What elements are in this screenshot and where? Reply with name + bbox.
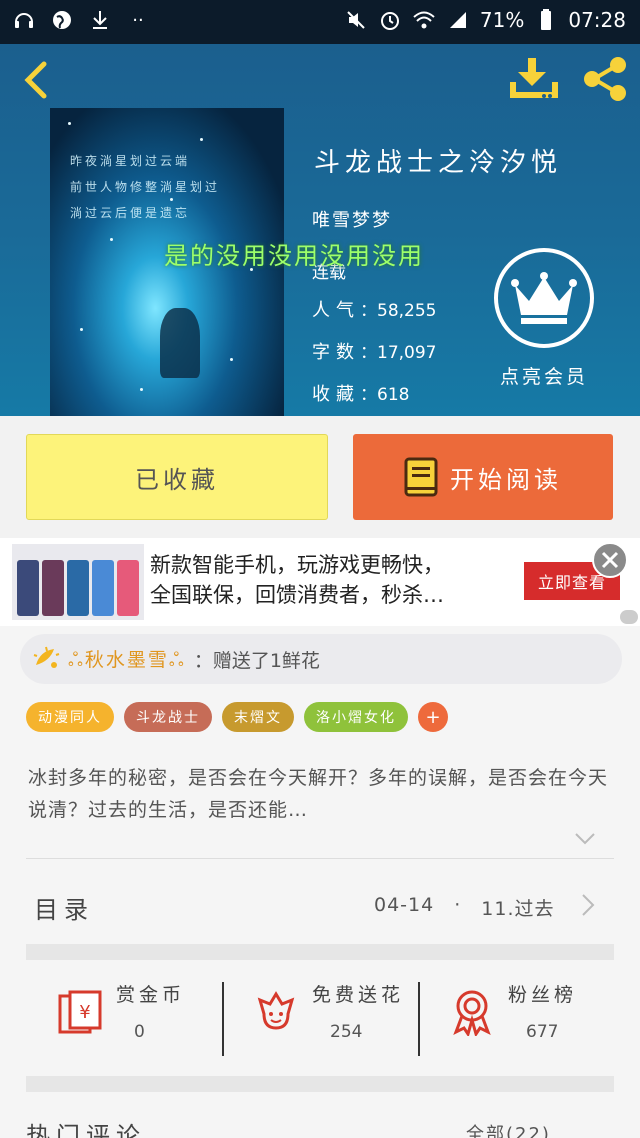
gift-sender[interactable]: ஃ秋水墨雪ஃ bbox=[68, 645, 186, 674]
ad-mark-icon bbox=[620, 610, 638, 624]
battery-percent: 71% bbox=[479, 8, 525, 32]
toc-date: 04-14 bbox=[374, 894, 435, 916]
ad-image bbox=[12, 544, 144, 620]
cover-poem-line: 前世人物修整淌星划过 bbox=[70, 180, 221, 194]
ad-phone-image bbox=[17, 560, 39, 616]
download-icon bbox=[510, 58, 558, 98]
share-button[interactable] bbox=[580, 56, 630, 102]
alarm-icon bbox=[378, 8, 402, 32]
stat-colon: ： bbox=[360, 385, 377, 405]
status-bar: ·· 71% 07:28 bbox=[0, 0, 640, 44]
ad-phone-image bbox=[117, 560, 139, 616]
add-tag-button[interactable]: + bbox=[418, 702, 448, 732]
reward-bar: ¥ 赏金币 0 免费送花 254 粉丝榜 677 bbox=[26, 964, 614, 1074]
tag[interactable]: 动漫同人 bbox=[26, 702, 114, 732]
reward-label: 赏金币 bbox=[116, 984, 186, 1006]
section-separator bbox=[26, 1076, 614, 1092]
headset-icon bbox=[12, 8, 36, 32]
globe-icon bbox=[50, 8, 74, 32]
tag[interactable]: 末熠文 bbox=[222, 702, 294, 732]
ad-phone-image bbox=[67, 560, 89, 616]
ad-close-button[interactable] bbox=[592, 542, 628, 578]
section-separator bbox=[26, 944, 614, 960]
book-header: 昨夜淌星划过云端 前世人物修整淌星划过 淌过云后便是遗忘 斗龙战士之泠汐悦 唯雪… bbox=[0, 44, 640, 416]
back-button[interactable] bbox=[18, 58, 58, 102]
start-reading-label: 开始阅读 bbox=[450, 465, 562, 494]
red-envelope-icon: ¥ bbox=[58, 990, 102, 1034]
book-detail-body: ஃ秋水墨雪ஃ ：赠送了1鲜花 动漫同人 斗龙战士 末熠文 洛小熠女化 + 冰封多… bbox=[0, 626, 640, 1138]
stat-value: 17,097 bbox=[377, 343, 437, 363]
book-title: 斗龙战士之泠汐悦 bbox=[314, 148, 563, 178]
collected-button[interactable]: 已收藏 bbox=[26, 434, 328, 520]
battery-icon bbox=[534, 8, 558, 32]
crown-icon bbox=[511, 272, 577, 324]
gift-message: ：赠送了1鲜花 bbox=[193, 649, 320, 672]
signal-icon bbox=[446, 8, 470, 32]
toc-latest-chapter: 11.过去 bbox=[481, 898, 555, 920]
clock: 07:28 bbox=[568, 8, 626, 32]
reward-count: 0 bbox=[134, 1022, 145, 1042]
all-comments-link[interactable]: 全部(22) bbox=[466, 1120, 551, 1138]
reward-flowers[interactable]: 免费送花 254 bbox=[222, 976, 418, 1056]
popularity-stat: 人气：58,255 bbox=[312, 296, 436, 322]
book-author[interactable]: 唯雪梦梦 bbox=[312, 206, 392, 232]
flower-icon bbox=[257, 991, 295, 1030]
download-status-icon bbox=[88, 8, 112, 32]
vip-button[interactable] bbox=[494, 248, 594, 348]
reward-fans[interactable]: 粉丝榜 677 bbox=[418, 976, 614, 1056]
cover-poem: 昨夜淌星划过云端 前世人物修整淌星划过 淌过云后便是遗忘 bbox=[70, 148, 270, 226]
book-icon bbox=[404, 457, 438, 497]
overlay-caption: 是的没用没用没用没用 bbox=[164, 242, 424, 270]
ad-line: 全国联保，回馈消费者，秒杀… bbox=[150, 583, 444, 607]
reward-label: 免费送花 bbox=[312, 984, 405, 1006]
svg-text:¥: ¥ bbox=[79, 1002, 90, 1023]
ad-phone-image bbox=[92, 560, 114, 616]
reward-count: 254 bbox=[330, 1022, 363, 1042]
chevron-left-icon bbox=[24, 61, 47, 99]
tag[interactable]: 斗龙战士 bbox=[124, 702, 212, 732]
book-description[interactable]: 冰封多年的秘密，是否会在今天解开？多年的误解，是否会在今天说清？过去的生活，是否… bbox=[28, 762, 608, 826]
reward-label: 粉丝榜 bbox=[508, 984, 578, 1006]
ad-text: 新款智能手机，玩游戏更畅快， 全国联保，回馈消费者，秒杀… bbox=[150, 550, 444, 610]
divider bbox=[26, 858, 614, 859]
close-icon bbox=[601, 551, 619, 569]
stat-colon: ： bbox=[360, 343, 377, 363]
ad-line: 新款智能手机，玩游戏更畅快， bbox=[150, 553, 444, 577]
cover-poem-line: 淌过云后便是遗忘 bbox=[70, 206, 191, 220]
cover-poem-line: 昨夜淌星划过云端 bbox=[70, 154, 191, 168]
favorites-stat: 收藏：618 bbox=[312, 380, 409, 406]
stat-value: 58,255 bbox=[377, 301, 437, 321]
stat-label: 收藏 bbox=[312, 384, 360, 405]
hot-comments-title: 热门评论 bbox=[26, 1122, 146, 1138]
mute-icon bbox=[344, 8, 368, 32]
more-notifications-icon: ·· bbox=[132, 9, 144, 31]
wordcount-stat: 字数：17,097 bbox=[312, 338, 436, 364]
toc-title: 目录 bbox=[34, 896, 94, 924]
stat-colon: ： bbox=[360, 301, 377, 321]
toc-latest: 04-14 · 11.过去 bbox=[374, 894, 554, 921]
chevron-right-icon bbox=[582, 894, 595, 916]
download-button[interactable] bbox=[508, 56, 560, 102]
stat-label: 人气 bbox=[312, 300, 360, 321]
stat-value: 618 bbox=[377, 385, 410, 405]
wifi-icon bbox=[412, 8, 436, 32]
sparkle-icon bbox=[33, 646, 60, 668]
vip-label[interactable]: 点亮会员 bbox=[500, 362, 588, 389]
cover-figure bbox=[160, 308, 200, 378]
ad-phone-image bbox=[42, 560, 64, 616]
tag[interactable]: 洛小熠女化 bbox=[304, 702, 408, 732]
medal-icon bbox=[453, 990, 491, 1036]
stat-label: 字数 bbox=[312, 342, 360, 363]
start-reading-button[interactable]: 开始阅读 bbox=[353, 434, 613, 520]
expand-chevron-icon[interactable] bbox=[574, 832, 596, 846]
toc-separator: · bbox=[454, 894, 462, 916]
share-icon bbox=[584, 57, 626, 101]
reward-coins[interactable]: ¥ 赏金币 0 bbox=[26, 976, 222, 1056]
gift-notice: ஃ秋水墨雪ஃ ：赠送了1鲜花 bbox=[20, 634, 622, 684]
tag-list: 动漫同人 斗龙战士 末熠文 洛小熠女化 + bbox=[26, 702, 448, 732]
reward-count: 677 bbox=[526, 1022, 559, 1042]
